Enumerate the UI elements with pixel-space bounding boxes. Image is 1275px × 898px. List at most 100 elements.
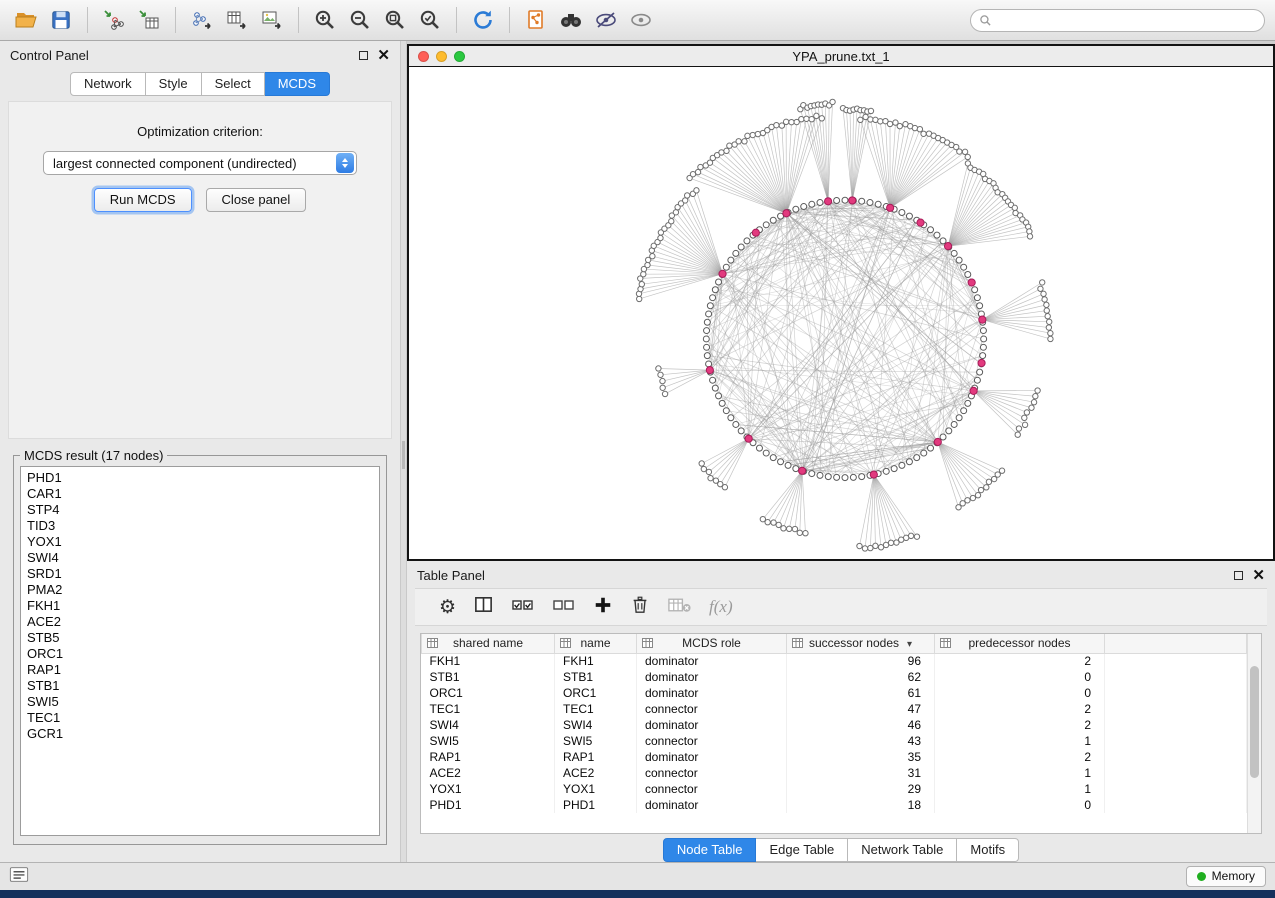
tab-node-table[interactable]: Node Table — [663, 838, 757, 862]
cell-name[interactable]: YOX1 — [555, 781, 637, 797]
zoom-out-icon[interactable] — [344, 5, 376, 35]
table-row[interactable]: YOX1YOX1connector291 — [422, 781, 1247, 797]
cell-mcds_role[interactable]: dominator — [637, 717, 787, 733]
close-panel-icon[interactable]: ✕ — [1252, 570, 1265, 581]
network-analyzer-icon[interactable] — [520, 5, 552, 35]
mcds-result-item[interactable]: GCR1 — [21, 726, 379, 742]
column-header-name[interactable]: name — [555, 634, 637, 653]
cell-predecessor_nodes[interactable]: 2 — [935, 701, 1105, 717]
cell-shared_name[interactable]: SWI4 — [422, 717, 555, 733]
unselect-all-columns-icon[interactable] — [552, 595, 576, 620]
cell-successor_nodes[interactable]: 43 — [787, 733, 935, 749]
table-row[interactable]: PHD1PHD1dominator180 — [422, 797, 1247, 813]
cell-successor_nodes[interactable]: 47 — [787, 701, 935, 717]
cell-predecessor_nodes[interactable]: 1 — [935, 733, 1105, 749]
memory-button[interactable]: Memory — [1186, 866, 1266, 887]
cell-mcds_role[interactable]: dominator — [637, 685, 787, 701]
export-table-icon[interactable] — [221, 5, 253, 35]
minimize-window-icon[interactable] — [436, 51, 447, 62]
mcds-result-item[interactable]: SRD1 — [21, 566, 379, 582]
cell-mcds_role[interactable]: connector — [637, 765, 787, 781]
cell-shared_name[interactable]: SWI5 — [422, 733, 555, 749]
table-scrollbar-thumb[interactable] — [1250, 666, 1259, 778]
mcds-result-item[interactable]: ORC1 — [21, 646, 379, 662]
mcds-result-item[interactable]: ACE2 — [21, 614, 379, 630]
cell-predecessor_nodes[interactable]: 0 — [935, 669, 1105, 685]
cell-successor_nodes[interactable]: 61 — [787, 685, 935, 701]
float-panel-icon[interactable] — [1234, 571, 1243, 580]
optimization-criterion-select[interactable]: largest connected component (undirected) — [43, 151, 357, 175]
column-header-successor_nodes[interactable]: successor nodes▾ — [787, 634, 935, 653]
cell-shared_name[interactable]: ACE2 — [422, 765, 555, 781]
cell-successor_nodes[interactable]: 18 — [787, 797, 935, 813]
column-header-predecessor_nodes[interactable]: predecessor nodes — [935, 634, 1105, 653]
cell-predecessor_nodes[interactable]: 2 — [935, 749, 1105, 765]
cell-name[interactable]: ORC1 — [555, 685, 637, 701]
cell-predecessor_nodes[interactable]: 2 — [935, 653, 1105, 669]
cell-predecessor_nodes[interactable]: 0 — [935, 797, 1105, 813]
show-columns-icon[interactable] — [473, 594, 494, 620]
mcds-result-item[interactable]: SWI4 — [21, 550, 379, 566]
tab-style[interactable]: Style — [146, 72, 202, 96]
cell-shared_name[interactable]: YOX1 — [422, 781, 555, 797]
column-header-shared_name[interactable]: shared name — [422, 634, 555, 653]
mcds-result-item[interactable]: SWI5 — [21, 694, 379, 710]
column-header-mcds_role[interactable]: MCDS role — [637, 634, 787, 653]
zoom-selected-icon[interactable] — [414, 5, 446, 35]
cell-name[interactable]: STB1 — [555, 669, 637, 685]
mcds-result-item[interactable]: FKH1 — [21, 598, 379, 614]
cell-name[interactable]: RAP1 — [555, 749, 637, 765]
export-network-icon[interactable] — [186, 5, 218, 35]
mcds-result-item[interactable]: PMA2 — [21, 582, 379, 598]
mcds-result-item[interactable]: TID3 — [21, 518, 379, 534]
cell-shared_name[interactable]: STB1 — [422, 669, 555, 685]
task-history-icon[interactable] — [9, 866, 29, 888]
cell-mcds_role[interactable]: dominator — [637, 749, 787, 765]
cell-successor_nodes[interactable]: 46 — [787, 717, 935, 733]
cell-mcds_role[interactable]: dominator — [637, 669, 787, 685]
cell-name[interactable]: ACE2 — [555, 765, 637, 781]
table-row[interactable]: FKH1FKH1dominator962 — [422, 653, 1247, 669]
table-row[interactable]: SWI4SWI4dominator462 — [422, 717, 1247, 733]
table-row[interactable]: RAP1RAP1dominator352 — [422, 749, 1247, 765]
cell-mcds_role[interactable]: dominator — [637, 797, 787, 813]
mcds-result-item[interactable]: TEC1 — [21, 710, 379, 726]
cell-successor_nodes[interactable]: 35 — [787, 749, 935, 765]
tab-network-table[interactable]: Network Table — [848, 838, 957, 862]
cell-predecessor_nodes[interactable]: 2 — [935, 717, 1105, 733]
tab-mcds[interactable]: MCDS — [265, 72, 330, 96]
mcds-result-item[interactable]: PHD1 — [21, 470, 379, 486]
tab-edge-table[interactable]: Edge Table — [756, 838, 848, 862]
export-image-icon[interactable] — [256, 5, 288, 35]
cell-successor_nodes[interactable]: 29 — [787, 781, 935, 797]
first-neighbors-icon[interactable] — [555, 5, 587, 35]
cell-successor_nodes[interactable]: 96 — [787, 653, 935, 669]
splitter-handle-icon[interactable] — [402, 441, 405, 469]
network-canvas[interactable] — [409, 67, 1273, 559]
cell-shared_name[interactable]: TEC1 — [422, 701, 555, 717]
zoom-in-icon[interactable] — [309, 5, 341, 35]
close-panel-icon[interactable]: ✕ — [377, 50, 390, 61]
tab-select[interactable]: Select — [202, 72, 265, 96]
cell-name[interactable]: SWI5 — [555, 733, 637, 749]
cell-mcds_role[interactable]: dominator — [637, 653, 787, 669]
cell-name[interactable]: PHD1 — [555, 797, 637, 813]
close-panel-button[interactable]: Close panel — [206, 188, 307, 212]
mcds-result-item[interactable]: STB5 — [21, 630, 379, 646]
table-scrollbar[interactable] — [1247, 634, 1261, 833]
vertical-splitter[interactable] — [400, 41, 407, 862]
cell-shared_name[interactable]: FKH1 — [422, 653, 555, 669]
cell-shared_name[interactable]: PHD1 — [422, 797, 555, 813]
cell-shared_name[interactable]: RAP1 — [422, 749, 555, 765]
search-input[interactable] — [997, 13, 1256, 27]
refresh-icon[interactable] — [467, 5, 499, 35]
cell-mcds_role[interactable]: connector — [637, 781, 787, 797]
open-folder-icon[interactable] — [10, 5, 42, 35]
cell-name[interactable]: SWI4 — [555, 717, 637, 733]
select-all-columns-icon[interactable] — [511, 595, 535, 620]
tab-network[interactable]: Network — [70, 72, 146, 96]
cell-mcds_role[interactable]: connector — [637, 733, 787, 749]
tab-motifs[interactable]: Motifs — [957, 838, 1019, 862]
delete-columns-icon[interactable] — [630, 594, 650, 620]
mcds-result-item[interactable]: RAP1 — [21, 662, 379, 678]
